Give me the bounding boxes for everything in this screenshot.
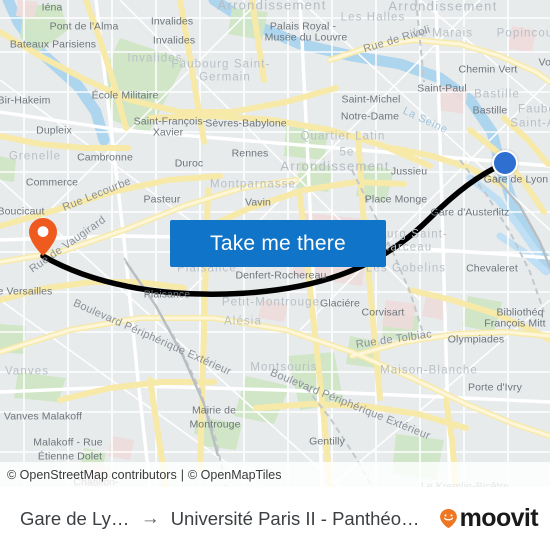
attribution-osm[interactable]: © OpenStreetMap contributors	[7, 468, 177, 482]
moovit-pin-icon	[439, 509, 457, 528]
attribution-openmaptiles[interactable]: © OpenMapTiles	[188, 468, 282, 482]
attribution-separator: |	[180, 467, 184, 482]
moovit-trip-screen: Iéna Pont de l'Alma Invalides Invalides Inva…	[0, 0, 550, 550]
route-destination-label: Université Paris II - Panthéon Assa…	[170, 507, 428, 529]
moovit-wordmark: moovit	[459, 504, 539, 532]
route-origin-label: Gare de Lyon…	[20, 507, 130, 529]
trip-footer-bar: Gare de Lyon… → Université Paris II - Pa…	[0, 487, 550, 550]
moovit-logo[interactable]: moovit	[438, 504, 539, 532]
map-canvas[interactable]: Iéna Pont de l'Alma Invalides Invalides Inva…	[0, 0, 550, 487]
arrow-right-icon: →	[140, 507, 160, 529]
route-title: Gare de Lyon… → Université Paris II - Pa…	[20, 508, 428, 530]
take-me-there-button[interactable]: Take me there	[170, 220, 386, 267]
destination-pin[interactable]	[29, 218, 57, 256]
map-attribution: © OpenStreetMap contributors | © OpenMap…	[0, 462, 550, 487]
origin-dot[interactable]	[492, 150, 518, 176]
